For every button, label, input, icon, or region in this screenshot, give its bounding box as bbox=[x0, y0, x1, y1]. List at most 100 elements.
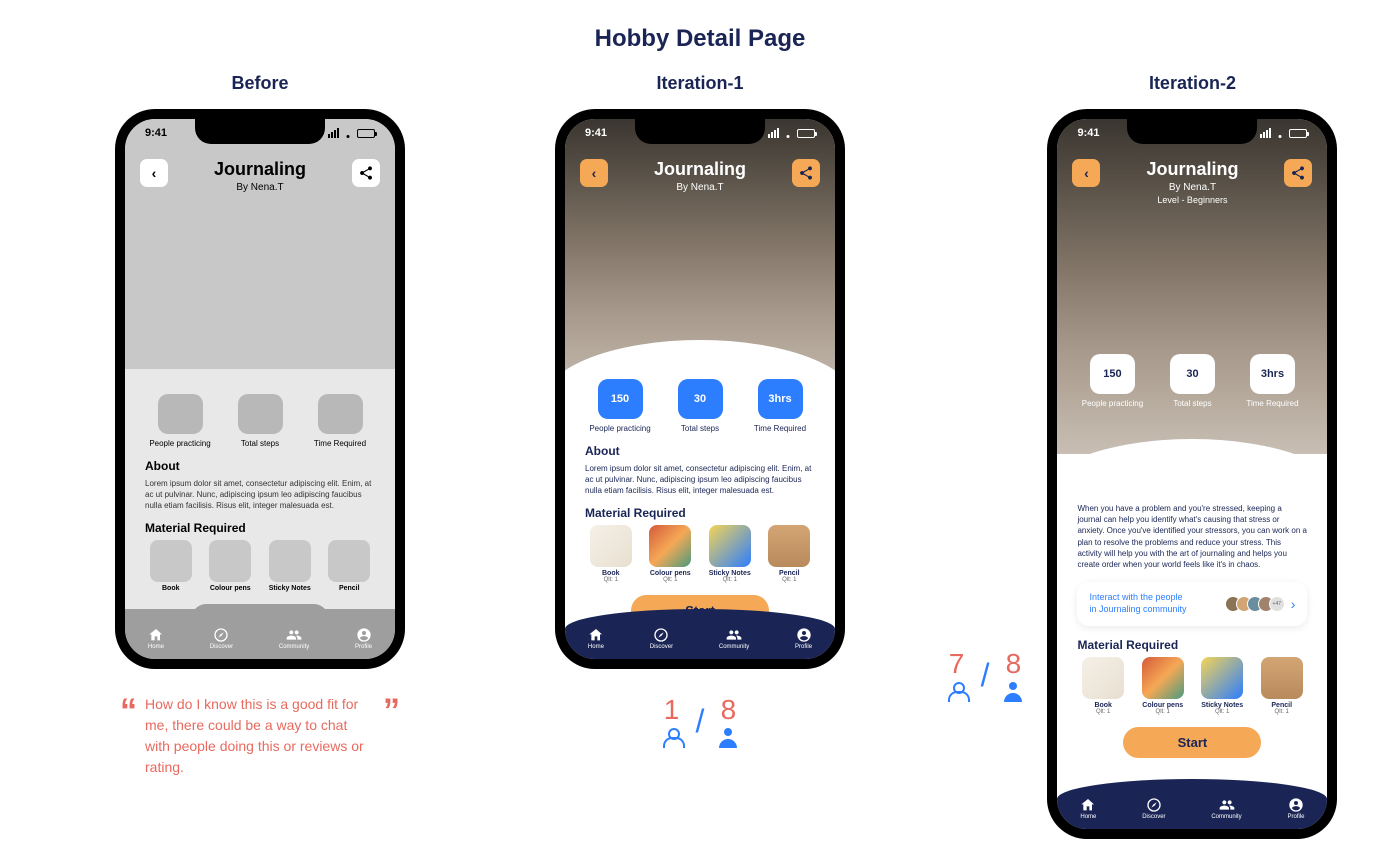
back-button[interactable]: ‹ bbox=[1072, 159, 1100, 187]
home-icon bbox=[1080, 797, 1096, 813]
page-title: Hobby Detail Page bbox=[0, 0, 1400, 53]
compass-icon bbox=[213, 627, 229, 643]
material-item: PencilQlt: 1 bbox=[1256, 657, 1308, 715]
nav-discover[interactable]: Discover bbox=[1142, 797, 1165, 820]
about-text: Lorem ipsum dolor sit amet, consectetur … bbox=[585, 463, 815, 497]
community-avatars: +47 bbox=[1230, 596, 1285, 612]
people-icon bbox=[1219, 797, 1235, 813]
hobby-byline: By Nena.T bbox=[214, 182, 306, 193]
back-button[interactable]: ‹ bbox=[580, 159, 608, 187]
material-item: PencilQlt: 1 bbox=[764, 525, 816, 583]
share-icon bbox=[358, 165, 374, 181]
material-item: Colour pens bbox=[205, 540, 257, 592]
back-button[interactable]: ‹ bbox=[140, 159, 168, 187]
phone-notch bbox=[635, 119, 765, 144]
nav-community[interactable]: Community bbox=[279, 627, 309, 650]
nav-home[interactable]: Home bbox=[588, 627, 604, 650]
home-icon bbox=[148, 627, 164, 643]
people-icon bbox=[726, 627, 742, 643]
phone-before: 9:41 ‹ Journaling By Nena.T bbox=[115, 109, 405, 669]
share-button[interactable] bbox=[1284, 159, 1312, 187]
hobby-byline: By Nena.T bbox=[1146, 182, 1238, 193]
stat-row: 150People practicing 30Total steps 3hrsT… bbox=[565, 369, 835, 434]
about-heading: About bbox=[585, 444, 815, 458]
column-title-iter2: Iteration-2 bbox=[1047, 73, 1337, 94]
stat-steps: 30Total steps bbox=[1157, 354, 1227, 409]
stat-people: 150People practicing bbox=[585, 379, 655, 434]
status-time: 9:41 bbox=[585, 127, 607, 139]
signal-icon bbox=[768, 128, 779, 138]
phone-screen: 9:41 ‹ Journaling By Nena.T Level - Begi… bbox=[1057, 119, 1327, 829]
column-iter2: 7 / 8 Iteration-2 9:41 ‹ bbox=[960, 73, 1320, 839]
people-outline-icon bbox=[658, 728, 686, 748]
nav-community[interactable]: Community bbox=[1211, 797, 1241, 820]
status-time: 9:41 bbox=[1077, 127, 1099, 139]
hobby-title: Journaling bbox=[1146, 159, 1238, 180]
community-card[interactable]: Interact with the peoplein Journaling co… bbox=[1077, 582, 1307, 625]
material-item: BookQlt: 1 bbox=[585, 525, 637, 583]
hero-image: ‹ Journaling By Nena.T bbox=[565, 119, 835, 399]
share-button[interactable] bbox=[352, 159, 380, 187]
people-icon bbox=[286, 627, 302, 643]
hobby-level: Level - Beginners bbox=[1146, 195, 1238, 205]
material-item: BookQlt: 1 bbox=[1077, 657, 1129, 715]
stat-row: 150People practicing 30Total steps 3hrsT… bbox=[1057, 344, 1327, 409]
nav-profile[interactable]: Profile bbox=[795, 627, 812, 650]
about-text: When you have a problem and you're stres… bbox=[1077, 503, 1307, 570]
nav-profile[interactable]: Profile bbox=[1288, 797, 1305, 820]
about-heading: About bbox=[145, 459, 375, 473]
hobby-title: Journaling bbox=[654, 159, 746, 180]
material-item: Colour pensQlt: 1 bbox=[1137, 657, 1189, 715]
stat-people: 150People practicing bbox=[1077, 354, 1147, 409]
people-filled-icon bbox=[999, 682, 1027, 702]
chevron-right-icon: › bbox=[1291, 596, 1296, 612]
share-icon bbox=[798, 165, 814, 181]
signal-icon bbox=[1260, 128, 1271, 138]
stat-people: People practicing bbox=[145, 394, 215, 449]
material-item: Sticky NotesQlt: 1 bbox=[704, 525, 756, 583]
hero-image: ‹ Journaling By Nena.T Level - Beginners… bbox=[1057, 119, 1327, 454]
wifi-icon bbox=[342, 129, 354, 138]
score-iter1: 1 / 8 bbox=[658, 694, 743, 748]
phone-notch bbox=[195, 119, 325, 144]
bottom-nav: Home Discover Community Profile bbox=[565, 609, 835, 659]
wifi-icon bbox=[782, 129, 794, 138]
start-button[interactable]: Start bbox=[1123, 727, 1261, 758]
phone-iter1: 9:41 ‹ Journaling By Nena.T bbox=[555, 109, 845, 669]
column-title-iter1: Iteration-1 bbox=[656, 73, 743, 94]
stat-time: 3hrsTime Required bbox=[745, 379, 815, 434]
material-item: Colour pensQlt: 1 bbox=[645, 525, 697, 583]
material-item: Sticky NotesQlt: 1 bbox=[1196, 657, 1248, 715]
column-title-before: Before bbox=[231, 73, 288, 94]
material-item: Sticky Notes bbox=[264, 540, 316, 592]
share-button[interactable] bbox=[792, 159, 820, 187]
profile-icon bbox=[356, 627, 372, 643]
nav-home[interactable]: Home bbox=[1080, 797, 1096, 820]
wifi-icon bbox=[1274, 129, 1286, 138]
stat-row: People practicing Total steps Time Requi… bbox=[125, 384, 395, 449]
materials-heading: Material Required bbox=[145, 521, 375, 535]
nav-profile[interactable]: Profile bbox=[355, 627, 372, 650]
stat-steps: Total steps bbox=[225, 394, 295, 449]
home-icon bbox=[588, 627, 604, 643]
materials-row: BookQlt: 1 Colour pensQlt: 1 Sticky Note… bbox=[585, 525, 815, 583]
nav-community[interactable]: Community bbox=[719, 627, 749, 650]
bottom-nav: Home Discover Community Profile bbox=[125, 609, 395, 659]
hobby-title: Journaling bbox=[214, 159, 306, 180]
profile-icon bbox=[796, 627, 812, 643]
stat-steps: 30Total steps bbox=[665, 379, 735, 434]
share-icon bbox=[1290, 165, 1306, 181]
signal-icon bbox=[328, 128, 339, 138]
column-iter1: Iteration-1 9:41 ‹ Journaling bbox=[520, 73, 880, 839]
stat-time: 3hrsTime Required bbox=[1237, 354, 1307, 409]
stat-time: Time Required bbox=[305, 394, 375, 449]
people-outline-icon bbox=[943, 682, 971, 702]
nav-home[interactable]: Home bbox=[148, 627, 164, 650]
nav-discover[interactable]: Discover bbox=[650, 627, 673, 650]
material-item: Book bbox=[145, 540, 197, 592]
community-text: Interact with the peoplein Journaling co… bbox=[1089, 592, 1229, 615]
status-indicators bbox=[328, 127, 375, 139]
profile-icon bbox=[1288, 797, 1304, 813]
nav-discover[interactable]: Discover bbox=[210, 627, 233, 650]
bottom-nav: Home Discover Community Profile bbox=[1057, 779, 1327, 829]
